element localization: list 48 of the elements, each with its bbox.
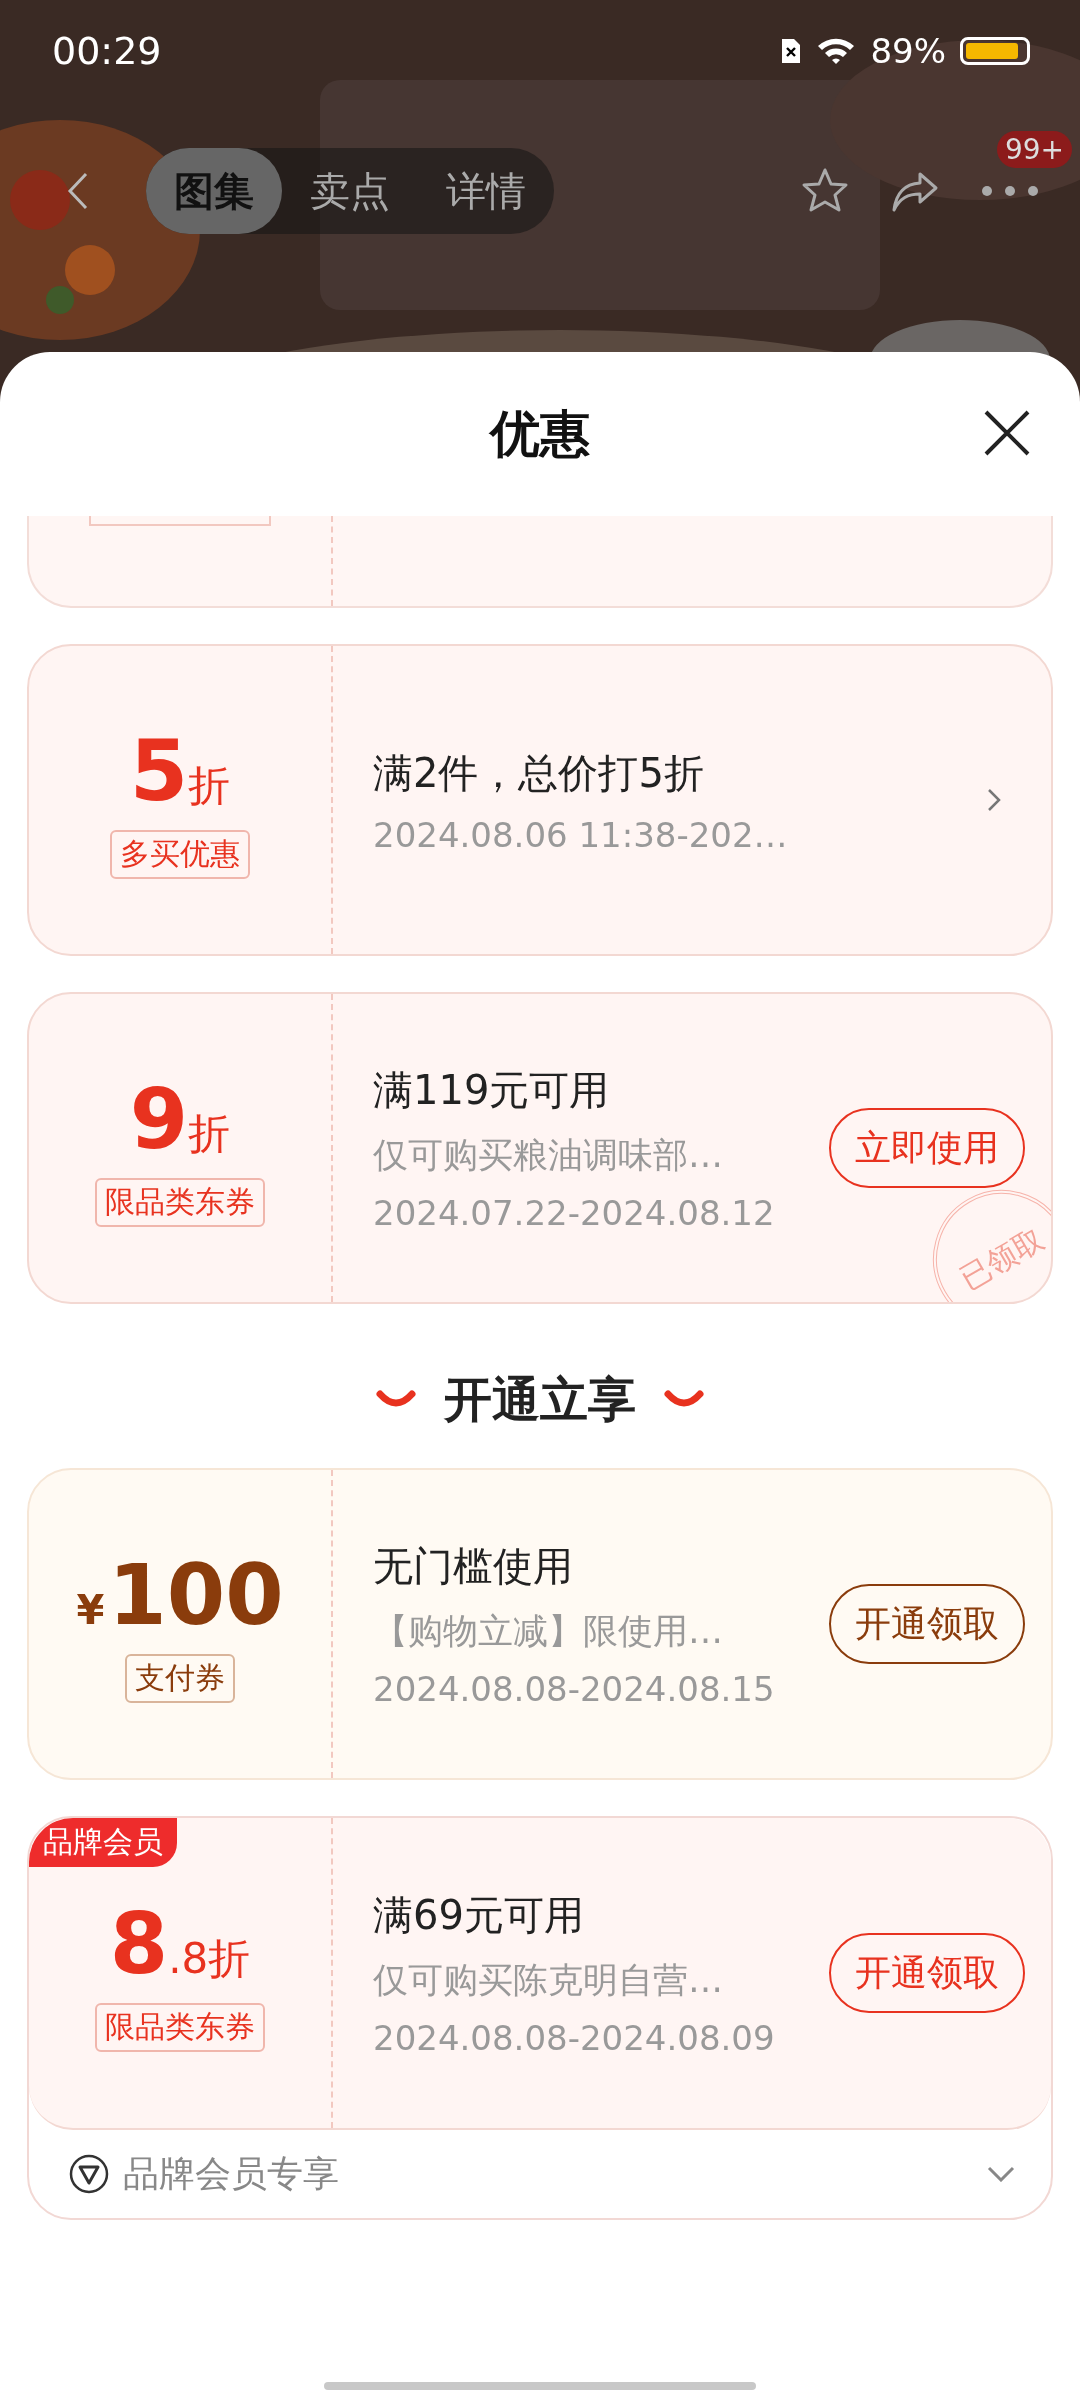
- status-time: 00:29: [52, 29, 162, 73]
- coupon-tag: 限品类东券: [95, 1177, 265, 1227]
- coupon-unit: 折: [188, 759, 231, 812]
- more-icon[interactable]: [980, 184, 1040, 198]
- coupon-tag: 限品类东券: [95, 2002, 265, 2052]
- battery-icon: [960, 37, 1030, 65]
- close-icon[interactable]: [982, 408, 1032, 458]
- coupon-date: 2024.08.08-2024.08.09: [373, 2018, 776, 2058]
- coupon-value: 5: [129, 721, 189, 820]
- triangle-circle-icon: [69, 2154, 109, 2194]
- coupon-value: 100: [108, 1545, 284, 1644]
- coupon-button[interactable]: 立即使用: [829, 1108, 1025, 1188]
- coupon-scope: 仅可购买陈克明自营…: [373, 1959, 724, 2002]
- back-icon[interactable]: [66, 171, 90, 211]
- coupon-button[interactable]: 开通领取: [829, 1584, 1025, 1664]
- coupon-title: 无门槛使用: [373, 1542, 574, 1591]
- coupon-value: 9: [129, 1069, 189, 1168]
- battery-percent: 89%: [870, 31, 946, 71]
- coupon-unit: 折: [188, 1107, 231, 1160]
- tab[interactable]: 详情: [418, 148, 554, 234]
- coupon-date: 2024.08.06 11:38-202…: [373, 814, 789, 855]
- coupon-title: 满119元可用: [373, 1066, 611, 1115]
- coupon-unit: .8折: [168, 1932, 251, 1985]
- coupon-date: 2024.08.08-2024.08.15: [373, 1669, 776, 1709]
- chevron-down-icon[interactable]: [987, 2166, 1015, 2182]
- chevron-right-icon[interactable]: [987, 788, 1001, 812]
- coupon-title: 满2件，总价打5折: [373, 748, 705, 798]
- member-badge: 品牌会员: [29, 1818, 177, 1867]
- wifi-icon: [816, 36, 857, 66]
- tab[interactable]: 卖点: [282, 148, 418, 234]
- coupon-scope: 仅可购买粮油调味部…: [373, 1134, 724, 1177]
- coupon-date: 2024.07.22-2024.08.12: [373, 1193, 776, 1233]
- coupon-tag: 多买优惠: [110, 829, 250, 879]
- coupon-card[interactable]: 品牌会员 8.8折 限品类东券 满69元可用 仅可购买陈克明自营… 2024.08.08-2024.08.09 开通领取: [29, 1818, 1051, 2130]
- coupon-value: 8: [109, 1894, 169, 1993]
- section-title: 开通立享: [444, 1370, 636, 1429]
- coupon-card[interactable]: 5折 多买优惠 满2件，总价打5折 2024.08.06 11:38-202…: [27, 644, 1053, 956]
- footer-label: 品牌会员专享: [123, 2151, 339, 2196]
- coupon-tag: 支付券: [125, 1653, 235, 1703]
- sim-icon: [780, 37, 803, 65]
- coupon-title: 满69元可用: [373, 1891, 585, 1940]
- currency-symbol: ¥: [76, 1586, 105, 1633]
- sheet-title: 优惠: [490, 403, 590, 465]
- coupon-scope: 【购物立减】限使用…: [373, 1610, 724, 1653]
- member-footer[interactable]: 品牌会员专享: [29, 2130, 1051, 2218]
- coupon-card[interactable]: ¥100 支付券 无门槛使用 【购物立减】限使用… 2024.08.08-2024.08.15 开通领取: [27, 1468, 1053, 1780]
- coupon-button[interactable]: 开通领取: [829, 1933, 1025, 2013]
- coupon-card[interactable]: 9折 限品类东券 满119元可用 仅可购买粮油调味部… 2024.07.22-2024.08.12 立即使用 已领取: [27, 992, 1053, 1304]
